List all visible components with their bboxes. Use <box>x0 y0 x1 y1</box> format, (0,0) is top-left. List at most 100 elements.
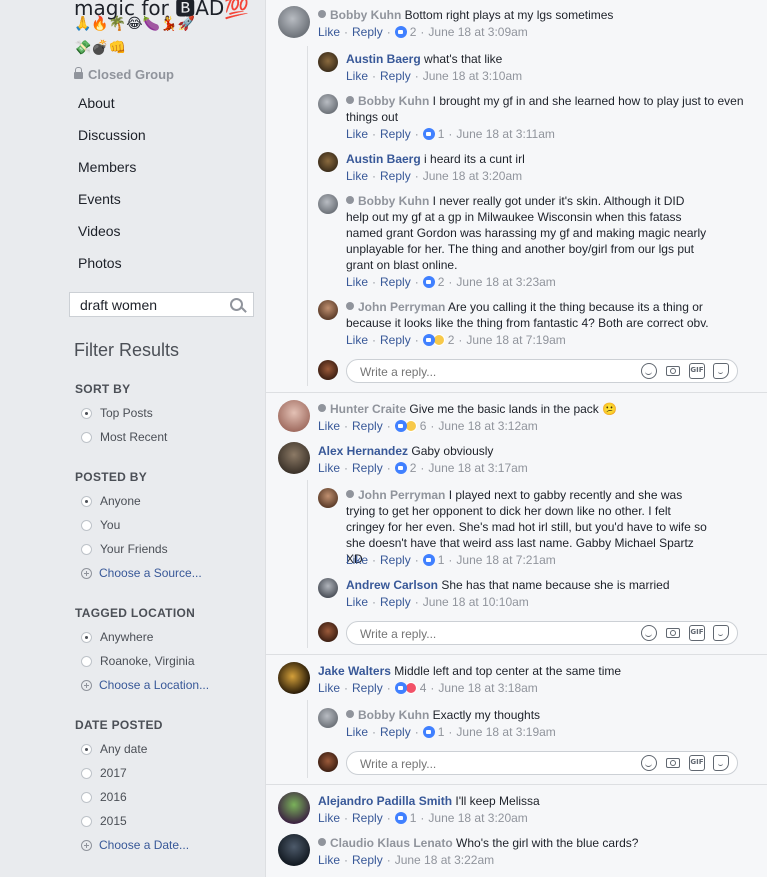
nav-members[interactable]: Members <box>78 159 136 175</box>
like-reaction-icon[interactable] <box>394 420 407 432</box>
emoji-icon[interactable] <box>641 625 657 641</box>
avatar[interactable] <box>318 152 338 172</box>
like-link[interactable]: Like <box>318 811 340 825</box>
like-link[interactable]: Like <box>346 595 368 609</box>
like-link[interactable]: Like <box>346 725 368 739</box>
avatar[interactable] <box>318 578 338 598</box>
choose-date-link[interactable]: Choose a Date... <box>81 838 189 852</box>
comment-timestamp[interactable]: June 18 at 10:10am <box>423 595 529 609</box>
choose-source-link[interactable]: Choose a Source... <box>81 566 202 580</box>
date-any[interactable]: Any date <box>81 742 147 756</box>
reply-link[interactable]: Reply <box>380 127 411 141</box>
like-link[interactable]: Like <box>318 419 340 433</box>
reaction-count[interactable]: 2 <box>410 25 417 39</box>
emoji-icon[interactable] <box>641 363 657 379</box>
nav-about[interactable]: About <box>78 95 115 111</box>
radio-selected-icon[interactable] <box>81 495 92 507</box>
reply-link[interactable]: Reply <box>380 553 411 567</box>
reaction-count[interactable]: 2 <box>438 275 445 289</box>
reaction-count[interactable]: 2 <box>448 333 455 347</box>
like-link[interactable]: Like <box>318 25 340 39</box>
sort-most-recent[interactable]: Most Recent <box>81 430 167 444</box>
reply-input[interactable] <box>358 756 602 772</box>
reaction-count[interactable]: 2 <box>410 461 417 475</box>
like-reaction-icon[interactable] <box>394 26 407 38</box>
radio-selected-icon[interactable] <box>81 743 92 755</box>
comment-author[interactable]: Alex Hernandez <box>318 444 408 458</box>
reaction-count[interactable]: 1 <box>438 127 445 141</box>
like-reaction-icon[interactable] <box>394 812 407 824</box>
comment-timestamp[interactable]: June 18 at 3:12am <box>438 419 537 433</box>
sticker-icon[interactable] <box>713 363 729 379</box>
group-search-input[interactable] <box>78 296 222 314</box>
reply-link[interactable]: Reply <box>352 853 383 867</box>
radio-icon[interactable] <box>81 791 92 803</box>
reply-input[interactable] <box>358 364 602 380</box>
emoji-icon[interactable] <box>641 755 657 771</box>
reaction-count[interactable]: 1 <box>410 811 417 825</box>
avatar[interactable] <box>278 834 310 866</box>
radio-icon[interactable] <box>81 431 92 443</box>
camera-icon[interactable] <box>665 625 681 641</box>
location-roanoke[interactable]: Roanoke, Virginia <box>81 654 195 668</box>
comment-author[interactable]: Bobby Kuhn <box>346 94 429 108</box>
avatar[interactable] <box>278 662 310 694</box>
avatar[interactable] <box>318 488 338 508</box>
reply-link[interactable]: Reply <box>352 25 383 39</box>
like-reaction-icon[interactable] <box>422 128 435 140</box>
nav-photos[interactable]: Photos <box>78 255 122 271</box>
avatar[interactable] <box>318 194 338 214</box>
nav-videos[interactable]: Videos <box>78 223 121 239</box>
comment-author[interactable]: John Perryman <box>346 300 445 314</box>
gif-icon[interactable]: GIF <box>689 363 705 379</box>
radio-icon[interactable] <box>81 767 92 779</box>
like-reaction-icon[interactable] <box>394 682 407 694</box>
comment-timestamp[interactable]: June 18 at 3:09am <box>428 25 527 39</box>
comment-timestamp[interactable]: June 18 at 3:19am <box>456 725 555 739</box>
radio-icon[interactable] <box>81 543 92 555</box>
reply-link[interactable]: Reply <box>352 811 383 825</box>
avatar[interactable] <box>278 6 310 38</box>
sticker-icon[interactable] <box>713 755 729 771</box>
like-link[interactable]: Like <box>318 461 340 475</box>
comment-author[interactable]: Alejandro Padilla Smith <box>318 794 452 808</box>
like-link[interactable]: Like <box>318 681 340 695</box>
avatar[interactable] <box>318 94 338 114</box>
comment-timestamp[interactable]: June 18 at 3:22am <box>395 853 494 867</box>
avatar[interactable] <box>278 792 310 824</box>
like-link[interactable]: Like <box>346 333 368 347</box>
avatar[interactable] <box>318 708 338 728</box>
location-anywhere[interactable]: Anywhere <box>81 630 153 644</box>
comment-timestamp[interactable]: June 18 at 3:23am <box>456 275 555 289</box>
like-link[interactable]: Like <box>346 553 368 567</box>
comment-timestamp[interactable]: June 18 at 3:10am <box>423 69 522 83</box>
comment-author[interactable]: Bobby Kuhn <box>346 708 429 722</box>
choose-location-link[interactable]: Choose a Location... <box>81 678 209 692</box>
radio-selected-icon[interactable] <box>81 407 92 419</box>
comment-author[interactable]: Andrew Carlson <box>346 578 438 592</box>
like-link[interactable]: Like <box>346 69 368 83</box>
radio-icon[interactable] <box>81 519 92 531</box>
date-2016[interactable]: 2016 <box>81 790 127 804</box>
like-link[interactable]: Like <box>346 127 368 141</box>
avatar[interactable] <box>318 52 338 72</box>
reply-link[interactable]: Reply <box>380 595 411 609</box>
comment-author[interactable]: John Perryman <box>346 488 445 502</box>
reply-link[interactable]: Reply <box>380 69 411 83</box>
reaction-count[interactable]: 4 <box>420 681 427 695</box>
like-link[interactable]: Like <box>346 275 368 289</box>
avatar[interactable] <box>278 400 310 432</box>
comment-author[interactable]: Hunter Craite <box>318 402 406 416</box>
nav-events[interactable]: Events <box>78 191 121 207</box>
comment-timestamp[interactable]: June 18 at 7:19am <box>466 333 565 347</box>
comment-author[interactable]: Bobby Kuhn <box>318 8 401 22</box>
gif-icon[interactable]: GIF <box>689 755 705 771</box>
comment-timestamp[interactable]: June 18 at 3:17am <box>428 461 527 475</box>
posted-by-friends[interactable]: Your Friends <box>81 542 168 556</box>
reply-link[interactable]: Reply <box>352 419 383 433</box>
reply-link[interactable]: Reply <box>380 275 411 289</box>
sticker-icon[interactable] <box>713 625 729 641</box>
comment-timestamp[interactable]: June 18 at 3:20am <box>423 169 522 183</box>
nav-discussion[interactable]: Discussion <box>78 127 146 143</box>
comment-author[interactable]: Claudio Klaus Lenato <box>318 836 453 850</box>
